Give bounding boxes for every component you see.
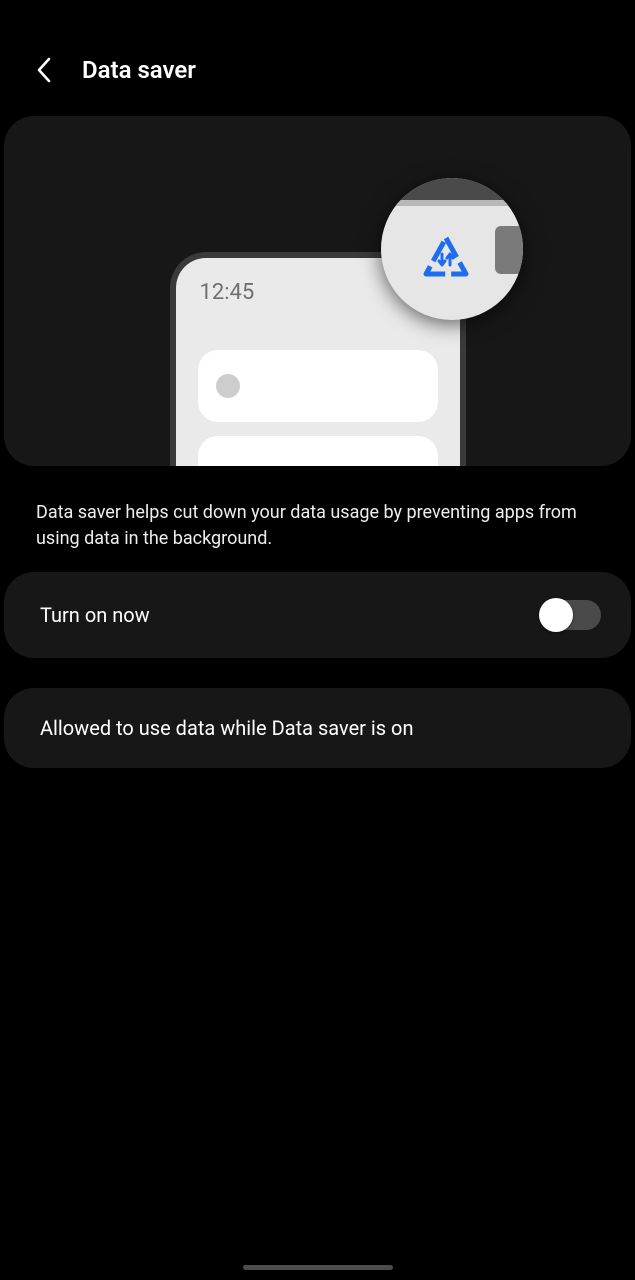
mock-dot bbox=[216, 374, 240, 398]
allowed-apps-row[interactable]: Allowed to use data while Data saver is … bbox=[4, 688, 631, 768]
page-title: Data saver bbox=[82, 56, 196, 84]
chevron-left-icon bbox=[35, 56, 53, 84]
data-saver-icon bbox=[421, 234, 471, 280]
mock-clock: 12:45 bbox=[200, 280, 255, 305]
mock-card bbox=[198, 350, 438, 422]
description-text: Data saver helps cut down your data usag… bbox=[0, 466, 635, 572]
illustration-card: 12:45 bbox=[4, 116, 631, 466]
toggle-thumb bbox=[539, 598, 573, 632]
turn-on-label: Turn on now bbox=[40, 603, 150, 627]
allowed-apps-label: Allowed to use data while Data saver is … bbox=[40, 716, 414, 740]
navigation-handle[interactable] bbox=[243, 1265, 393, 1270]
mock-card-2 bbox=[198, 436, 438, 466]
zoom-lens bbox=[381, 178, 523, 320]
turn-on-row[interactable]: Turn on now bbox=[4, 572, 631, 658]
battery-icon bbox=[495, 226, 523, 274]
header: Data saver bbox=[0, 0, 635, 104]
turn-on-toggle[interactable] bbox=[541, 600, 601, 630]
back-button[interactable] bbox=[32, 58, 56, 82]
